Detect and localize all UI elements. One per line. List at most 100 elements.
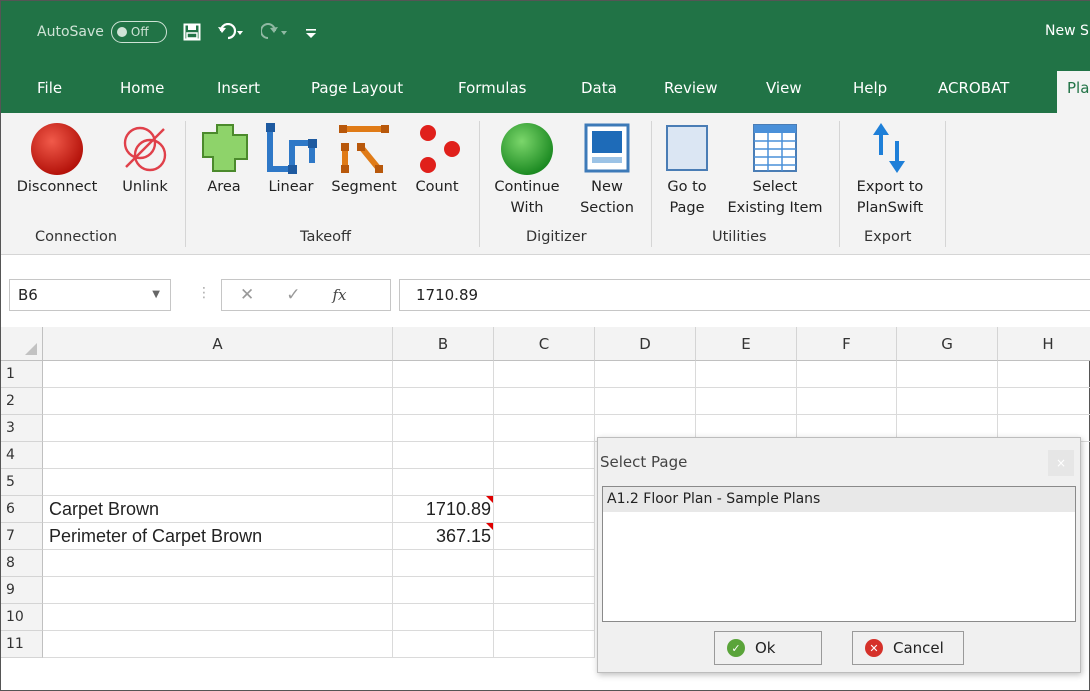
cell-a10[interactable] — [43, 604, 393, 631]
cell-f2[interactable] — [797, 388, 897, 415]
cell-a4[interactable] — [43, 442, 393, 469]
column-header-e[interactable]: E — [696, 327, 797, 361]
cell-c9[interactable] — [494, 577, 595, 604]
select-all-corner[interactable] — [1, 327, 43, 361]
cell-b2[interactable] — [393, 388, 494, 415]
column-header-h[interactable]: H — [998, 327, 1090, 361]
cell-b4[interactable] — [393, 442, 494, 469]
column-header-g[interactable]: G — [897, 327, 998, 361]
cell-d1[interactable] — [595, 361, 696, 388]
cell-c4[interactable] — [494, 442, 595, 469]
tab-planswift[interactable]: Pla — [1057, 71, 1090, 113]
chevron-down-icon[interactable]: ▼ — [152, 289, 160, 300]
cell-b7[interactable]: 367.15 — [393, 523, 494, 550]
linear-button[interactable]: Linear — [261, 119, 321, 198]
cell-a9[interactable] — [43, 577, 393, 604]
row-header-5[interactable]: 5 — [1, 469, 43, 496]
tab-insert[interactable]: Insert — [217, 79, 260, 97]
insert-function-icon[interactable]: fx — [333, 286, 347, 304]
segment-button[interactable]: Segment — [326, 119, 402, 198]
row-header-7[interactable]: 7 — [1, 523, 43, 550]
cell-b10[interactable] — [393, 604, 494, 631]
cancel-entry-icon[interactable]: ✕ — [240, 285, 254, 305]
cell-g1[interactable] — [897, 361, 998, 388]
cell-c2[interactable] — [494, 388, 595, 415]
cell-b1[interactable] — [393, 361, 494, 388]
unlink-button[interactable]: Unlink — [115, 119, 175, 198]
cell-c5[interactable] — [494, 469, 595, 496]
resize-handle-icon[interactable]: ⋮ — [197, 285, 211, 301]
cell-c7[interactable] — [494, 523, 595, 550]
row-header-10[interactable]: 10 — [1, 604, 43, 631]
name-box[interactable]: B6 ▼ — [9, 279, 171, 311]
autosave-toggle[interactable]: Off — [110, 21, 167, 43]
row-header-9[interactable]: 9 — [1, 577, 43, 604]
column-header-c[interactable]: C — [494, 327, 595, 361]
tab-data[interactable]: Data — [581, 79, 617, 97]
select-existing-item-button[interactable]: Select Existing Item — [719, 119, 831, 219]
cell-c1[interactable] — [494, 361, 595, 388]
tab-view[interactable]: View — [766, 79, 802, 97]
cell-h2[interactable] — [998, 388, 1090, 415]
cell-c11[interactable] — [494, 631, 595, 658]
tab-help[interactable]: Help — [853, 79, 887, 97]
cell-e1[interactable] — [696, 361, 797, 388]
tab-home[interactable]: Home — [120, 79, 164, 97]
cell-a2[interactable] — [43, 388, 393, 415]
continue-with-button[interactable]: Continue With — [487, 119, 567, 219]
column-header-d[interactable]: D — [595, 327, 696, 361]
cell-c6[interactable] — [494, 496, 595, 523]
cell-b9[interactable] — [393, 577, 494, 604]
close-icon[interactable]: × — [1048, 450, 1074, 476]
confirm-entry-icon[interactable]: ✓ — [286, 285, 300, 305]
cell-a11[interactable] — [43, 631, 393, 658]
go-to-page-button[interactable]: Go to Page — [657, 119, 717, 219]
row-header-4[interactable]: 4 — [1, 442, 43, 469]
tab-page-layout[interactable]: Page Layout — [311, 79, 403, 97]
ok-button[interactable]: ✓ Ok — [714, 631, 822, 665]
cell-c3[interactable] — [494, 415, 595, 442]
cell-h1[interactable] — [998, 361, 1090, 388]
save-icon[interactable] — [183, 23, 201, 41]
cell-e2[interactable] — [696, 388, 797, 415]
cell-b3[interactable] — [393, 415, 494, 442]
cell-b8[interactable] — [393, 550, 494, 577]
redo-icon[interactable] — [260, 23, 289, 41]
export-to-planswift-button[interactable]: Export to PlanSwift — [843, 119, 937, 219]
row-header-3[interactable]: 3 — [1, 415, 43, 442]
cell-c8[interactable] — [494, 550, 595, 577]
undo-icon[interactable] — [217, 23, 245, 41]
list-item[interactable]: A1.2 Floor Plan - Sample Plans — [603, 487, 1075, 512]
cell-a8[interactable] — [43, 550, 393, 577]
cell-a1[interactable] — [43, 361, 393, 388]
row-header-2[interactable]: 2 — [1, 388, 43, 415]
count-button[interactable]: Count — [407, 119, 467, 198]
cell-b6[interactable]: 1710.89 — [393, 496, 494, 523]
column-header-b[interactable]: B — [393, 327, 494, 361]
cancel-button[interactable]: ✕ Cancel — [852, 631, 964, 665]
cell-a6[interactable]: Carpet Brown — [43, 496, 393, 523]
column-header-f[interactable]: F — [797, 327, 897, 361]
area-button[interactable]: Area — [193, 119, 255, 198]
formula-input[interactable]: 1710.89 — [399, 279, 1090, 311]
cell-a7[interactable]: Perimeter of Carpet Brown — [43, 523, 393, 550]
tab-acrobat[interactable]: ACROBAT — [938, 79, 1009, 97]
cell-a5[interactable] — [43, 469, 393, 496]
cell-c10[interactable] — [494, 604, 595, 631]
cell-b5[interactable] — [393, 469, 494, 496]
cell-g2[interactable] — [897, 388, 998, 415]
page-list[interactable]: A1.2 Floor Plan - Sample Plans — [602, 486, 1076, 622]
cell-b11[interactable] — [393, 631, 494, 658]
cell-d2[interactable] — [595, 388, 696, 415]
disconnect-button[interactable]: Disconnect — [7, 119, 107, 198]
tab-file[interactable]: File — [37, 79, 62, 97]
cell-a3[interactable] — [43, 415, 393, 442]
row-header-11[interactable]: 11 — [1, 631, 43, 658]
cell-f1[interactable] — [797, 361, 897, 388]
column-header-a[interactable]: A — [43, 327, 393, 361]
row-header-6[interactable]: 6 — [1, 496, 43, 523]
tab-formulas[interactable]: Formulas — [458, 79, 526, 97]
tab-review[interactable]: Review — [664, 79, 718, 97]
customize-qat-icon[interactable] — [305, 23, 317, 41]
new-section-button[interactable]: New Section — [571, 119, 643, 219]
